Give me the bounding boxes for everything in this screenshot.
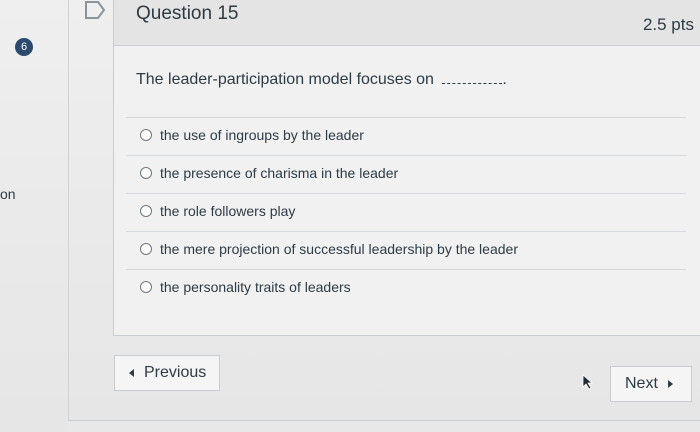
question-header: Question 15 2.5 pts [114, 0, 700, 46]
fill-in-blank [442, 71, 503, 84]
bottom-bar [68, 420, 700, 432]
question-text: The leader-participation model focuses o… [136, 71, 507, 89]
chevron-right-icon [667, 379, 673, 388]
question-card: Question 15 2.5 pts The leader-participa… [113, 0, 700, 336]
next-button[interactable]: Next [610, 366, 692, 402]
answer-list: the use of ingroups by the leader the pr… [126, 117, 686, 307]
answer-label[interactable]: the mere projection of successful leader… [160, 241, 518, 257]
question-text-suffix: . [502, 71, 507, 88]
answer-option[interactable]: the mere projection of successful leader… [126, 231, 686, 269]
radio-button[interactable] [140, 243, 152, 255]
quiz-page: on 6 Question 15 2.5 pts The leader-part… [0, 0, 700, 432]
mouse-cursor-icon [582, 374, 594, 390]
answer-label[interactable]: the use of ingroups by the leader [160, 127, 364, 143]
previous-button[interactable]: Previous [114, 355, 220, 391]
answer-label[interactable]: the role followers play [160, 203, 295, 219]
sidebar-truncated-label: on [0, 186, 16, 202]
radio-button[interactable] [140, 205, 152, 217]
question-title: Question 15 [136, 3, 239, 24]
answer-option[interactable]: the personality traits of leaders [126, 269, 686, 307]
answer-option[interactable]: the role followers play [126, 193, 686, 231]
answer-option[interactable]: the use of ingroups by the leader [126, 117, 686, 155]
answer-label[interactable]: the personality traits of leaders [160, 279, 351, 295]
answer-option[interactable]: the presence of charisma in the leader [126, 155, 686, 193]
question-text-content: The leader-participation model focuses o… [136, 71, 434, 88]
flag-icon[interactable] [84, 0, 106, 20]
left-divider [68, 0, 69, 432]
answer-label[interactable]: the presence of charisma in the leader [160, 165, 398, 181]
radio-button[interactable] [140, 129, 152, 141]
radio-button[interactable] [140, 167, 152, 179]
next-button-label: Next [625, 375, 658, 392]
question-points: 2.5 pts [642, 15, 694, 34]
radio-button[interactable] [140, 281, 152, 293]
chevron-left-icon [129, 368, 134, 377]
question-number-badge[interactable]: 6 [15, 38, 33, 56]
previous-button-label: Previous [144, 364, 207, 381]
